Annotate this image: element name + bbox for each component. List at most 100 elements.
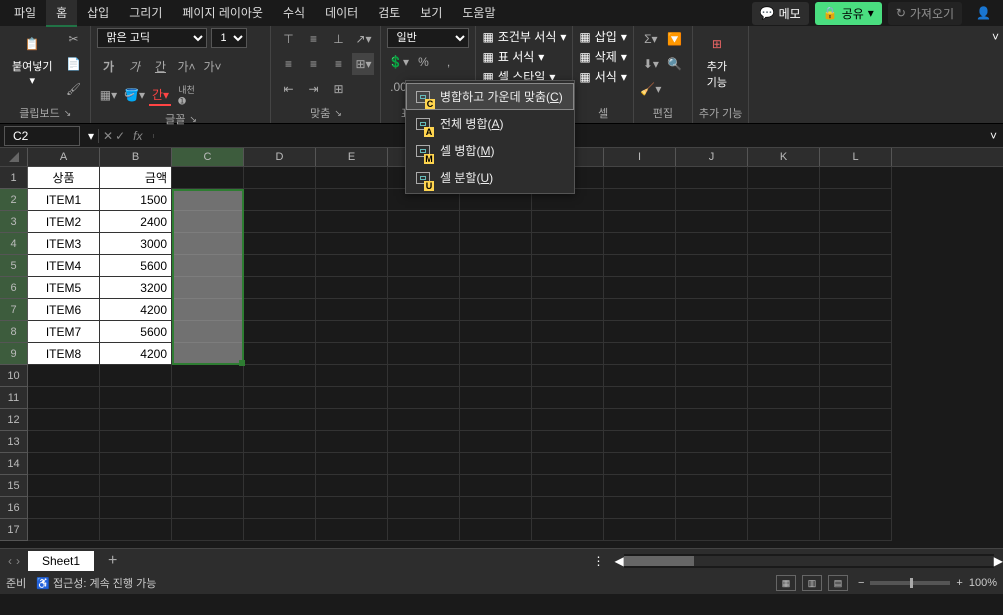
cell-D13[interactable] — [244, 431, 316, 453]
menu-검토[interactable]: 검토 — [368, 0, 410, 27]
align-right-button[interactable]: ≡ — [327, 53, 349, 75]
cell-D7[interactable] — [244, 299, 316, 321]
orientation-button[interactable]: ↗▾ — [352, 28, 374, 50]
cell-L17[interactable] — [820, 519, 892, 541]
col-header-B[interactable]: B — [100, 148, 172, 166]
cell-A11[interactable] — [28, 387, 100, 409]
horizontal-scrollbar[interactable] — [624, 554, 994, 568]
cell-H3[interactable] — [532, 211, 604, 233]
row-header-6[interactable]: 6 — [0, 277, 28, 299]
cell-F7[interactable] — [388, 299, 460, 321]
cell-J5[interactable] — [676, 255, 748, 277]
font-color-button[interactable]: 간▾ — [149, 84, 171, 106]
cell-G16[interactable] — [460, 497, 532, 519]
cell-E6[interactable] — [316, 277, 388, 299]
row-header-2[interactable]: 2 — [0, 189, 28, 211]
import-button[interactable]: ↻가져오기 — [888, 2, 962, 25]
cell-I9[interactable] — [604, 343, 676, 365]
cell-E14[interactable] — [316, 453, 388, 475]
cell-D8[interactable] — [244, 321, 316, 343]
cell-G12[interactable] — [460, 409, 532, 431]
cell-K12[interactable] — [748, 409, 820, 431]
cell-H4[interactable] — [532, 233, 604, 255]
menu-수식[interactable]: 수식 — [273, 0, 315, 27]
accessibility-status[interactable]: ♿ 접근성: 계속 진행 가능 — [36, 575, 156, 591]
merge-option-U[interactable]: 셀 분할(U)U — [406, 164, 574, 191]
cell-K16[interactable] — [748, 497, 820, 519]
cell-I12[interactable] — [604, 409, 676, 431]
cell-B10[interactable] — [100, 365, 172, 387]
cell-J8[interactable] — [676, 321, 748, 343]
phonetic-button[interactable]: 내천➊ — [175, 84, 197, 106]
enter-formula-button[interactable]: ✓ — [115, 129, 125, 143]
expand-icon[interactable]: ↘ — [64, 108, 72, 119]
cell-D14[interactable] — [244, 453, 316, 475]
cell-B9[interactable]: 4200 — [100, 343, 172, 365]
menu-페이지 레이아웃[interactable]: 페이지 레이아웃 — [172, 0, 273, 27]
cell-J4[interactable] — [676, 233, 748, 255]
cell-J11[interactable] — [676, 387, 748, 409]
memo-button[interactable]: 💬메모 — [752, 2, 809, 25]
col-header-J[interactable]: J — [676, 148, 748, 166]
cell-I2[interactable] — [604, 189, 676, 211]
cell-A2[interactable]: ITEM1 — [28, 189, 100, 211]
name-box[interactable]: C2 — [4, 126, 80, 146]
italic-button[interactable]: 가 — [123, 55, 145, 77]
cell-F9[interactable] — [388, 343, 460, 365]
cell-C4[interactable] — [172, 233, 244, 255]
cell-C17[interactable] — [172, 519, 244, 541]
cell-J10[interactable] — [676, 365, 748, 387]
col-header-I[interactable]: I — [604, 148, 676, 166]
cell-F17[interactable] — [388, 519, 460, 541]
cell-E2[interactable] — [316, 189, 388, 211]
delete-cells-button[interactable]: ▦삭제▾ — [579, 48, 626, 65]
cell-B2[interactable]: 1500 — [100, 189, 172, 211]
align-bottom-button[interactable]: ⊥ — [327, 28, 349, 50]
row-header-13[interactable]: 13 — [0, 431, 28, 453]
cell-A10[interactable] — [28, 365, 100, 387]
underline-button[interactable]: 간 — [149, 55, 171, 77]
cell-C12[interactable] — [172, 409, 244, 431]
cell-H8[interactable] — [532, 321, 604, 343]
cell-B7[interactable]: 4200 — [100, 299, 172, 321]
row-header-15[interactable]: 15 — [0, 475, 28, 497]
cell-E1[interactable] — [316, 167, 388, 189]
merge-option-A[interactable]: 전체 병합(A)A — [406, 110, 574, 137]
cell-L14[interactable] — [820, 453, 892, 475]
cell-D16[interactable] — [244, 497, 316, 519]
align-center-button[interactable]: ≡ — [302, 53, 324, 75]
cell-C7[interactable] — [172, 299, 244, 321]
cell-A7[interactable]: ITEM6 — [28, 299, 100, 321]
cell-C5[interactable] — [172, 255, 244, 277]
cell-J7[interactable] — [676, 299, 748, 321]
cell-G14[interactable] — [460, 453, 532, 475]
name-box-dropdown[interactable]: ▾ — [84, 129, 98, 143]
cell-K14[interactable] — [748, 453, 820, 475]
cell-A4[interactable]: ITEM3 — [28, 233, 100, 255]
cell-G7[interactable] — [460, 299, 532, 321]
cell-C8[interactable] — [172, 321, 244, 343]
col-header-L[interactable]: L — [820, 148, 892, 166]
cell-I15[interactable] — [604, 475, 676, 497]
cell-E5[interactable] — [316, 255, 388, 277]
cell-E17[interactable] — [316, 519, 388, 541]
increase-font-button[interactable]: 가˄ — [175, 55, 197, 77]
paste-button[interactable]: 📋 붙여넣기▾ — [6, 28, 58, 91]
cell-E11[interactable] — [316, 387, 388, 409]
row-header-8[interactable]: 8 — [0, 321, 28, 343]
addins-button[interactable]: ⊞ 추가 기능 — [699, 28, 735, 94]
hscroll-right[interactable]: ▶ — [994, 554, 1003, 568]
cell-H7[interactable] — [532, 299, 604, 321]
cell-G4[interactable] — [460, 233, 532, 255]
bold-button[interactable]: 가 — [97, 55, 119, 77]
cell-I1[interactable] — [604, 167, 676, 189]
menu-파일[interactable]: 파일 — [4, 0, 46, 27]
cell-B12[interactable] — [100, 409, 172, 431]
cell-A3[interactable]: ITEM2 — [28, 211, 100, 233]
collapse-ribbon-button[interactable]: ˅ — [992, 30, 999, 44]
page-break-view-button[interactable]: ▤ — [828, 575, 848, 591]
cell-A14[interactable] — [28, 453, 100, 475]
cell-B11[interactable] — [100, 387, 172, 409]
cell-C15[interactable] — [172, 475, 244, 497]
cell-H14[interactable] — [532, 453, 604, 475]
